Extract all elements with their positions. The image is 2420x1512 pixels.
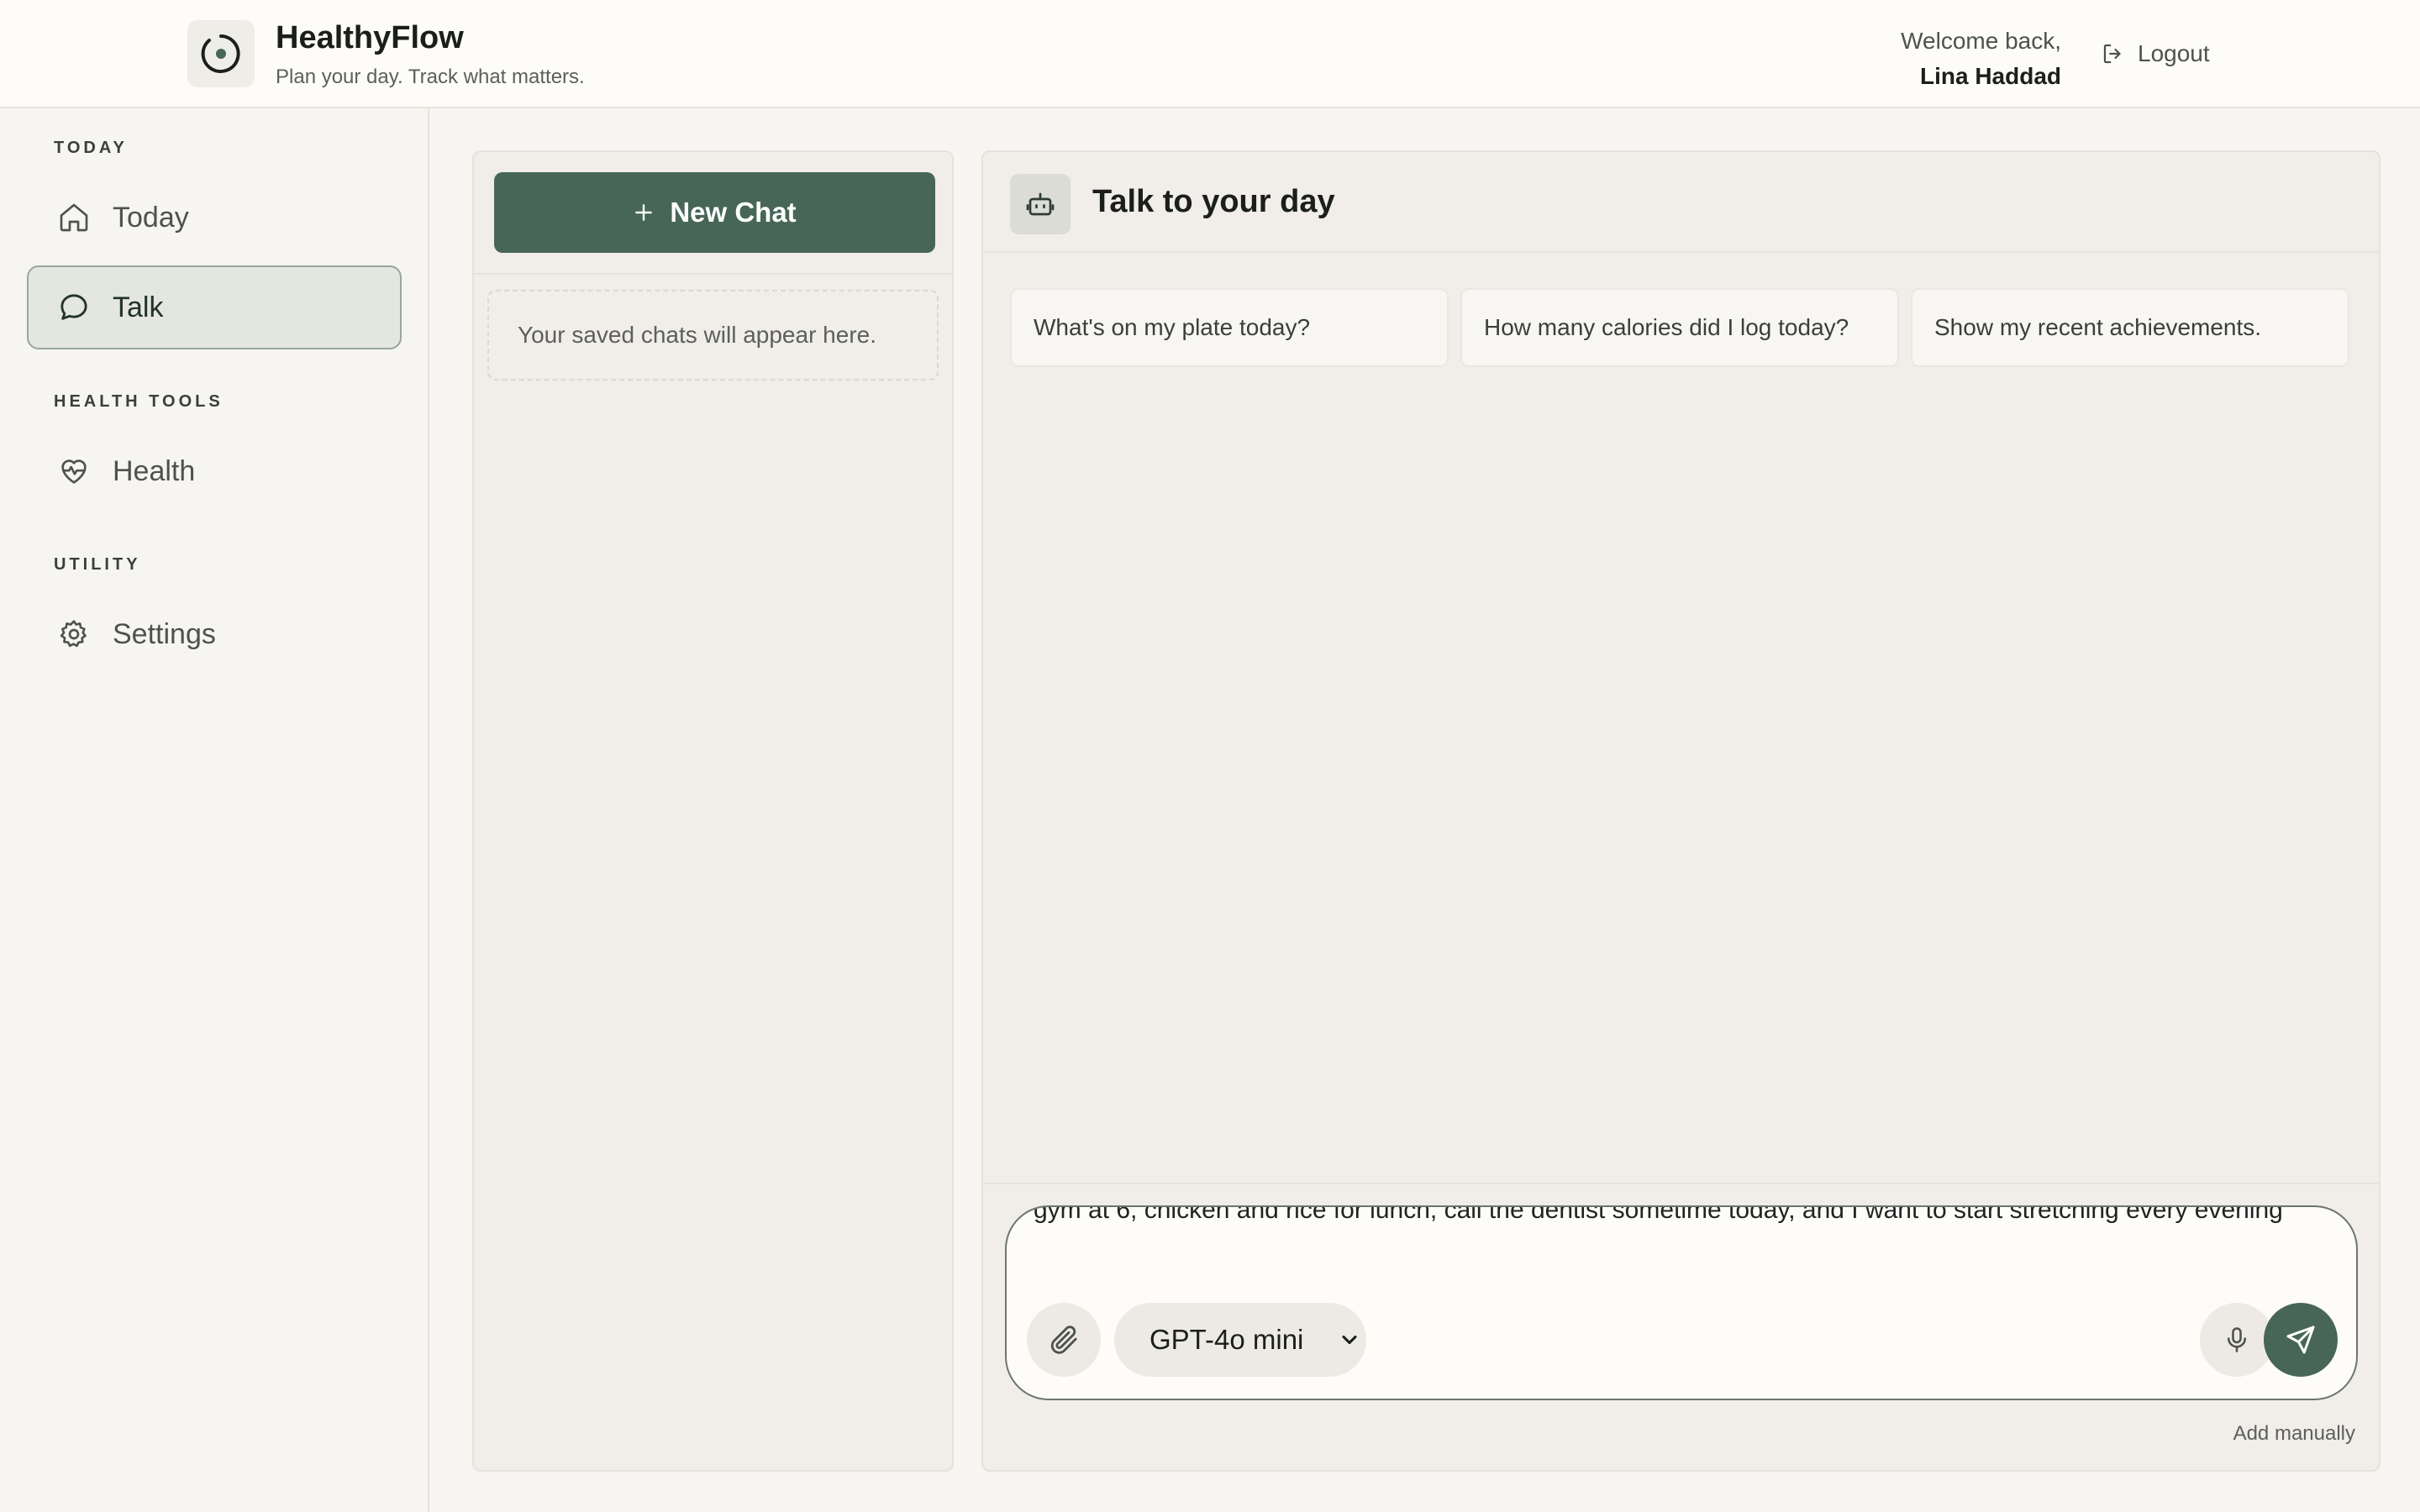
send-icon xyxy=(2286,1326,2315,1354)
sidebar-item-talk[interactable]: Talk xyxy=(27,265,402,349)
sidebar-item-health[interactable]: Health xyxy=(27,429,402,513)
plus-icon xyxy=(635,204,653,221)
send-button[interactable] xyxy=(2264,1303,2338,1377)
chat-list-toolbar: New Chat xyxy=(474,152,952,275)
microphone-icon xyxy=(2227,1327,2247,1352)
new-chat-button[interactable]: New Chat xyxy=(494,172,935,253)
bot-avatar xyxy=(1010,174,1071,234)
heart-pulse-icon xyxy=(61,459,87,484)
home-icon xyxy=(60,203,88,232)
saved-chats-empty-note: Your saved chats will appear here. xyxy=(487,290,939,381)
sidebar-item-label: Today xyxy=(113,201,189,234)
chat-header: Talk to your day xyxy=(983,152,2379,253)
attach-button[interactable] xyxy=(1027,1303,1101,1377)
message-composer: gym at 6, chicken and rice for lunch, ca… xyxy=(1005,1205,2358,1400)
sidebar-item-today[interactable]: Today xyxy=(27,176,402,260)
model-select[interactable]: GPT-4o mini xyxy=(1114,1303,1366,1377)
paperclip-icon xyxy=(1050,1326,1077,1354)
logout-icon xyxy=(2103,44,2121,64)
app-root: HealthyFlow Plan your day. Track what ma… xyxy=(0,0,2420,1512)
suggestion-chip[interactable]: What's on my plate today? xyxy=(1010,288,1449,367)
logo-icon xyxy=(201,34,240,73)
sidebar-item-settings[interactable]: Settings xyxy=(27,592,402,676)
add-manually-link[interactable]: Add manually xyxy=(2233,1422,2355,1446)
message-input[interactable]: gym at 6, chicken and rice for lunch, ca… xyxy=(1034,1207,2344,1231)
app-tagline: Plan your day. Track what matters. xyxy=(276,66,585,88)
chat-list-panel: New Chat Your saved chats will appear he… xyxy=(472,150,954,1472)
sidebar-item-label: Health xyxy=(113,454,196,487)
composer-divider xyxy=(983,1183,2379,1184)
chat-bubble-icon xyxy=(60,294,87,320)
app-logo[interactable] xyxy=(187,20,255,87)
chat-title: Talk to your day xyxy=(1092,184,1335,219)
logout-button[interactable]: Logout xyxy=(2101,37,2210,71)
model-select-value: GPT-4o mini xyxy=(1150,1324,1304,1355)
section-label-utility: UTILITY xyxy=(54,555,141,574)
user-name: Lina Haddad xyxy=(1919,63,2061,89)
gear-icon xyxy=(60,620,87,648)
suggestion-chip[interactable]: How many calories did I log today? xyxy=(1460,288,1899,367)
sidebar-item-label: Settings xyxy=(113,617,216,650)
sidebar: TODAY Today Talk HEALTH TOOLS Health UTI… xyxy=(0,108,429,1512)
section-label-today: TODAY xyxy=(54,139,128,157)
voice-input-button[interactable] xyxy=(2200,1303,2274,1377)
logout-label: Logout xyxy=(2138,40,2210,66)
top-header: HealthyFlow Plan your day. Track what ma… xyxy=(0,0,2420,108)
robot-icon xyxy=(1026,192,1055,216)
welcome-block: Welcome back, Lina Haddad xyxy=(1901,24,2061,94)
section-label-health-tools: HEALTH TOOLS xyxy=(54,392,224,411)
new-chat-label: New Chat xyxy=(670,197,797,228)
sidebar-item-label: Talk xyxy=(113,291,164,323)
chat-panel: Talk to your day What's on my plate toda… xyxy=(981,150,2381,1472)
welcome-text: Welcome back, xyxy=(1901,28,2061,54)
chevron-down-icon xyxy=(1342,1335,1357,1345)
app-name: HealthyFlow xyxy=(276,20,464,55)
suggestion-chip[interactable]: Show my recent achievements. xyxy=(1911,288,2349,367)
